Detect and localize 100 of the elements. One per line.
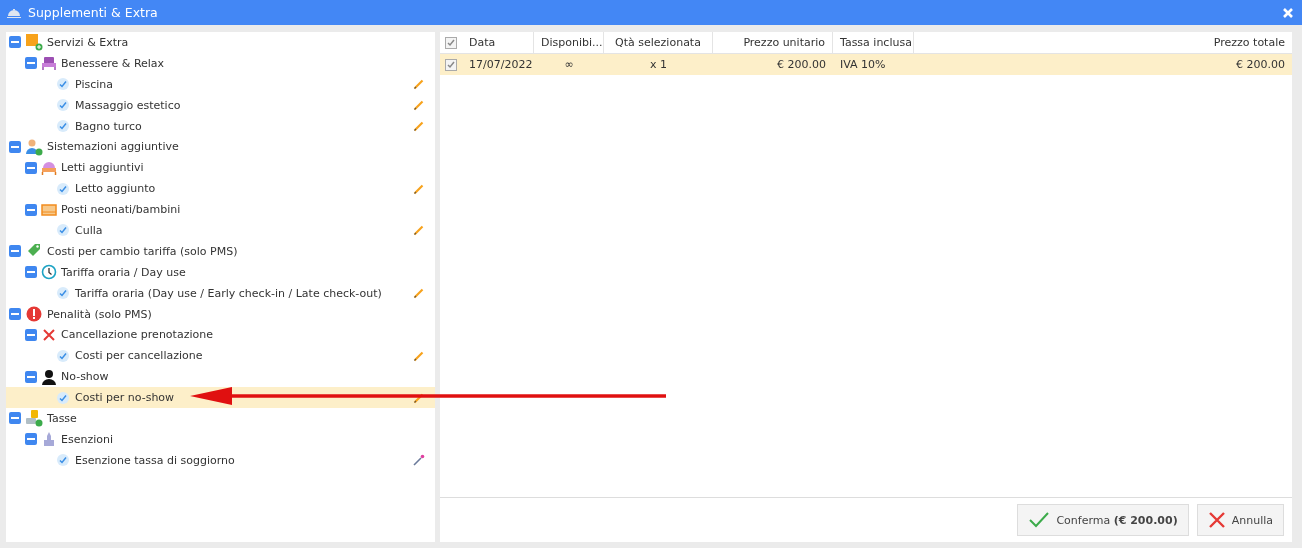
pencil-icon[interactable] (413, 78, 425, 91)
pencil-icon[interactable] (413, 182, 425, 195)
tree-label: Letto aggiunto (75, 182, 157, 196)
pencil-icon[interactable] (413, 349, 425, 362)
table-cell-text: IVA 10% (839, 58, 887, 71)
column-header[interactable]: Tassa inclusa (833, 32, 914, 53)
tree-row[interactable]: Penalità (solo PMS) (6, 303, 435, 325)
tree-label: Penalità (solo PMS) (47, 307, 153, 321)
tree-label: No-show (61, 370, 110, 384)
tree-label: Costi per no-show (75, 391, 176, 405)
tree-row[interactable]: Culla (6, 220, 435, 241)
tree-row[interactable]: Tariffa oraria / Day use (6, 261, 435, 283)
table-cell-text: ∞ (563, 58, 575, 71)
check-icon (1028, 511, 1051, 529)
tree-row[interactable]: Sistemazioni aggiuntive (6, 136, 435, 158)
tree-row[interactable]: Letto aggiunto (6, 178, 435, 200)
collapse-icon[interactable] (9, 412, 21, 425)
tree-row[interactable]: Servizi & Extra (6, 32, 435, 53)
tree-row[interactable]: No-show (6, 366, 435, 388)
check-icon[interactable] (57, 78, 69, 91)
pencil-icon[interactable] (413, 287, 425, 300)
confirm-button[interactable]: Conferma (€ 200.00) (1017, 504, 1189, 536)
tree-label: Tariffa oraria (Day use / Early check-in / Late check-out) (75, 286, 383, 300)
tree-label: Esenzione tassa di soggiorno (75, 453, 236, 467)
check-icon[interactable] (57, 454, 69, 467)
collapse-icon[interactable] (25, 203, 37, 216)
tree-row[interactable]: Esenzioni (6, 428, 435, 450)
cross-icon (41, 326, 57, 343)
collapse-icon[interactable] (25, 433, 37, 446)
pencil-icon[interactable] (413, 224, 425, 237)
tree-row[interactable]: Tasse (6, 408, 435, 429)
tree-label: Cancellazione prenotazione (61, 328, 214, 342)
table-cell-text: € 200.00 (1235, 58, 1286, 71)
pencil-icon[interactable] (413, 120, 425, 132)
tree-label: Costi per cancellazione (75, 349, 204, 363)
tree-label: Costi per cambio tariffa (solo PMS) (47, 244, 239, 258)
row-checkbox[interactable] (445, 58, 457, 71)
tree-row[interactable]: Massaggio estetico (6, 94, 435, 116)
clock-icon (41, 264, 57, 281)
check-icon[interactable] (57, 182, 69, 195)
armchair-icon (41, 55, 57, 72)
tree-row[interactable]: Piscina (6, 73, 435, 95)
tree-label: Esenzioni (61, 432, 114, 446)
tree-label: Tasse (47, 411, 78, 425)
check-icon[interactable] (57, 349, 69, 362)
tree-label: Bagno turco (75, 119, 143, 133)
collapse-icon[interactable] (25, 370, 37, 383)
building-icon (41, 431, 57, 448)
column-header[interactable]: Qtà selezionata (604, 32, 713, 53)
check-icon[interactable] (57, 99, 69, 112)
tree-row[interactable]: Posti neonati/bambini (6, 199, 435, 220)
close-icon[interactable] (1282, 6, 1294, 19)
tree-label: Servizi & Extra (47, 35, 130, 49)
tree-row[interactable]: Costi per cambio tariffa (solo PMS) (6, 240, 435, 262)
window-title: Supplementi & Extra (28, 5, 159, 20)
magic-wand-icon[interactable] (413, 454, 425, 467)
collapse-icon[interactable] (25, 57, 37, 70)
table-cell-text: € 200.00 (776, 58, 827, 71)
column-header[interactable]: Prezzo totale (914, 32, 1292, 53)
tree-label: Massaggio estetico (75, 98, 182, 112)
bed-icon (41, 159, 57, 176)
cancel-button[interactable]: Annulla (1196, 504, 1284, 536)
tree-label: Letti aggiuntivi (61, 161, 145, 175)
collapse-icon[interactable] (25, 328, 37, 341)
column-header[interactable]: Data (462, 32, 534, 53)
crib-icon (41, 201, 57, 218)
collapse-icon[interactable] (25, 266, 37, 279)
collapse-icon[interactable] (9, 36, 21, 49)
column-header[interactable]: Prezzo unitario (713, 32, 833, 53)
tree-row[interactable]: Cancellazione prenotazione (6, 324, 435, 346)
tree-row[interactable]: Bagno turco (6, 115, 435, 137)
table-cell-text: 17/07/2022 (468, 58, 534, 71)
tree-row[interactable]: Costi per cancellazione (6, 345, 435, 367)
table-row[interactable]: 17/07/2022 ∞ x 1 € 200.00 IVA 10% € 200.00 (440, 54, 1292, 75)
column-header[interactable]: Disponibi... (534, 32, 604, 53)
tree-row[interactable]: Letti aggiuntivi (6, 157, 435, 179)
tree-label: Piscina (75, 77, 114, 91)
tree-label: Benessere & Relax (61, 56, 166, 70)
tree-row[interactable]: Benessere & Relax (6, 52, 435, 74)
close-icon (1207, 511, 1226, 529)
pencil-icon[interactable] (413, 99, 425, 112)
select-all-checkbox[interactable] (445, 36, 457, 49)
person-icon (41, 368, 57, 385)
check-icon[interactable] (57, 224, 69, 237)
coins-icon (25, 409, 43, 428)
tree-label: Sistemazioni aggiuntive (47, 140, 180, 154)
person-add-icon (25, 137, 43, 156)
tree-row[interactable]: Esenzione tassa di soggiorno (6, 449, 435, 471)
collapse-icon[interactable] (9, 308, 21, 320)
warning-icon (25, 305, 43, 323)
check-icon[interactable] (57, 120, 69, 132)
collapse-icon[interactable] (25, 161, 37, 174)
check-icon[interactable] (57, 287, 69, 300)
tree-label: Culla (75, 223, 104, 237)
check-icon[interactable] (57, 391, 69, 404)
bell-icon (6, 7, 22, 18)
tree-row[interactable]: Tariffa oraria (Day use / Early check-in / Late check-out) (6, 282, 435, 304)
table-cell-text: x 1 (649, 58, 668, 71)
collapse-icon[interactable] (9, 140, 21, 153)
collapse-icon[interactable] (9, 245, 21, 258)
